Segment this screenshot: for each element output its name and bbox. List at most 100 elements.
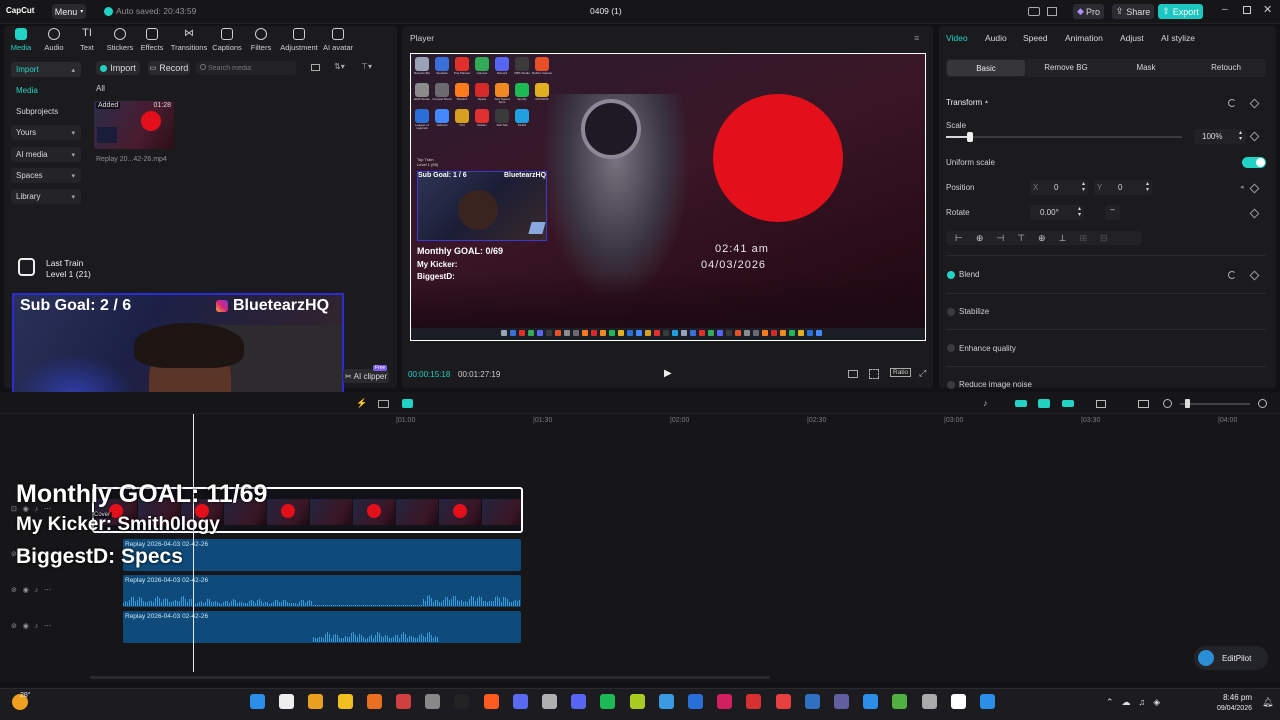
taskbar-app-icon[interactable]: [921, 694, 937, 709]
taskbar-app-icon[interactable]: [483, 694, 499, 709]
fullscreen-icon[interactable]: ⤢: [919, 368, 926, 379]
tray-icons[interactable]: ⌃☁♫◈: [1106, 697, 1168, 708]
hd-icon[interactable]: [378, 400, 389, 408]
tab-captions[interactable]: Captions: [210, 28, 244, 52]
desktop-icon[interactable]: Steelsite: [435, 57, 449, 75]
stepper-icon[interactable]: ▴ ▾: [1239, 130, 1242, 142]
subtab-basic[interactable]: Basic: [947, 60, 1025, 76]
blend-checkbox[interactable]: [947, 271, 955, 279]
tab-ai-stylize[interactable]: AI stylize: [1161, 33, 1195, 43]
tab-effects[interactable]: Effects: [135, 28, 169, 52]
pro-button[interactable]: ◆ Pro: [1073, 4, 1104, 19]
magic-icon[interactable]: ⚡: [356, 398, 367, 409]
magnet-icon[interactable]: [1038, 399, 1050, 408]
taskbar-app-icon[interactable]: [512, 694, 528, 709]
taskbar-app-icon[interactable]: [337, 694, 353, 709]
minimize-icon[interactable]: –: [1222, 4, 1228, 15]
layout-icon[interactable]: [1028, 7, 1040, 16]
editpilot-button[interactable]: EditPilot: [1194, 646, 1268, 670]
rotate-field[interactable]: 0.00° ▴ ▾: [1030, 205, 1084, 220]
desktop-icon[interactable]: Opera: [475, 83, 489, 101]
chevron-up-icon[interactable]: ▴: [985, 98, 988, 105]
desktop-icon[interactable]: Recycle Bin: [414, 57, 430, 75]
sidebar-item-subprojects[interactable]: Subprojects: [11, 104, 81, 119]
import-button[interactable]: Import: [96, 61, 140, 75]
desktop-icon[interactable]: Spotify: [515, 83, 529, 101]
taskbar-app-icon[interactable]: [542, 694, 557, 709]
blend-label[interactable]: Blend: [959, 270, 979, 279]
sidebar-item-library[interactable]: Library ▾: [11, 189, 81, 204]
enhance-quality-label[interactable]: Enhance quality: [959, 344, 1016, 353]
close-icon[interactable]: ✕: [1263, 3, 1272, 16]
taskbar-app-icon[interactable]: [629, 694, 645, 709]
stabilize-label[interactable]: Stabilize: [959, 307, 989, 316]
stepper-icon[interactable]: ▴ ▾: [1146, 181, 1149, 193]
taskbar-app-icon[interactable]: [250, 694, 265, 709]
sort-icon[interactable]: ⇅▾: [334, 62, 345, 71]
desktop-icon[interactable]: FILES: [515, 109, 529, 127]
player-menu-icon[interactable]: ≡: [914, 33, 919, 43]
taskbar-app-icon[interactable]: [454, 694, 470, 709]
desktop-icon[interactable]: Roblox: [475, 109, 489, 127]
scale-value-field[interactable]: 100% ▴ ▾: [1194, 129, 1246, 144]
tab-media[interactable]: Media: [4, 28, 38, 52]
rotate-dial[interactable]: –: [1105, 205, 1120, 220]
tab-filters[interactable]: Filters: [244, 28, 278, 52]
desktop-icon[interactable]: League of Legends: [415, 109, 429, 130]
play-icon[interactable]: ▶: [664, 368, 672, 379]
sidebar-item-yours[interactable]: Yours ▾: [11, 125, 81, 140]
tab-adjustment[interactable]: Adjustment: [280, 28, 318, 52]
taskbar-app-icon[interactable]: [892, 694, 908, 709]
taskbar-app-icon[interactable]: [600, 694, 616, 709]
record-button[interactable]: ▭ Record: [148, 61, 190, 75]
tab-transitions[interactable]: ⋈ Transitions: [171, 28, 207, 52]
taskbar-app-icon[interactable]: [863, 694, 879, 709]
tab-stickers[interactable]: Stickers: [103, 28, 137, 52]
taskbar-app-icon[interactable]: [425, 694, 441, 709]
keyframe-nav-icon[interactable]: ◂: [1240, 183, 1244, 191]
taskbar-app-icon[interactable]: [571, 694, 587, 709]
track-controls[interactable]: ⊘ ◉ ♪ ⋯: [11, 586, 51, 594]
notification-icon[interactable]: 🔔︎: [1262, 697, 1273, 708]
noise-checkbox[interactable]: [947, 381, 955, 389]
uniform-scale-toggle[interactable]: [1242, 157, 1266, 168]
desktop-icon[interactable]: Dell Tab: [495, 109, 509, 127]
maximize-icon[interactable]: [1243, 6, 1251, 14]
ratio-button[interactable]: Ratio: [890, 368, 912, 377]
taskbar-app-icon[interactable]: [746, 694, 762, 709]
zoom-in-icon[interactable]: [1258, 399, 1267, 408]
taskbar-app-icon[interactable]: [658, 694, 674, 709]
sidebar-item-import[interactable]: Import ▴: [11, 62, 81, 77]
desktop-icon[interactable]: NCI: [455, 109, 469, 127]
ai-clipper-button[interactable]: ✂ AI clipper: [343, 369, 389, 383]
subtab-mask[interactable]: Mask: [1115, 63, 1177, 72]
link-icon[interactable]: [1015, 400, 1027, 407]
video-preview[interactable]: 02:41 am 04/03/2026 Recycle Bin Steelsite…: [410, 53, 926, 341]
mic-icon[interactable]: ♪: [983, 398, 988, 408]
sidebar-item-media[interactable]: Media: [11, 83, 81, 98]
taskbar-app-icon[interactable]: [688, 694, 703, 709]
desktop-icon[interactable]: Valorant: [435, 109, 449, 127]
taskbar-app-icon[interactable]: [308, 694, 324, 709]
zoom-out-icon[interactable]: [1163, 399, 1172, 408]
desktop-icon[interactable]: Roblox Games: [532, 57, 552, 75]
snap-icon[interactable]: [1062, 400, 1074, 407]
stabilize-checkbox[interactable]: [947, 308, 955, 316]
track-controls[interactable]: ⊘ ◉ ♪ ⋯: [11, 622, 51, 630]
desktop-icon[interactable]: EMS Studio: [414, 83, 430, 101]
enhance-checkbox[interactable]: [947, 344, 955, 352]
sidebar-item-spaces[interactable]: Spaces ▾: [11, 168, 81, 183]
taskbar-app-icon[interactable]: [279, 694, 295, 709]
media-thumbnail[interactable]: Added 01:28: [94, 101, 174, 149]
desktop-icon[interactable]: ROUNDS: [535, 83, 549, 101]
desktop-icon[interactable]: OBS Studio: [514, 57, 530, 75]
desktop-icon[interactable]: ShadeX: [455, 83, 469, 101]
filter-icon[interactable]: ⊤▾: [361, 62, 372, 71]
tab-text[interactable]: TI Text: [70, 28, 104, 53]
sidebar-item-ai-media[interactable]: AI media ▾: [11, 147, 81, 162]
position-y-field[interactable]: Y 0 ▴ ▾: [1094, 180, 1152, 195]
filter-all[interactable]: All: [96, 84, 105, 93]
tab-ai-avatar[interactable]: AI avatar: [321, 28, 355, 52]
transform-heading[interactable]: Transform: [946, 98, 982, 107]
scale-slider[interactable]: [946, 136, 1182, 138]
